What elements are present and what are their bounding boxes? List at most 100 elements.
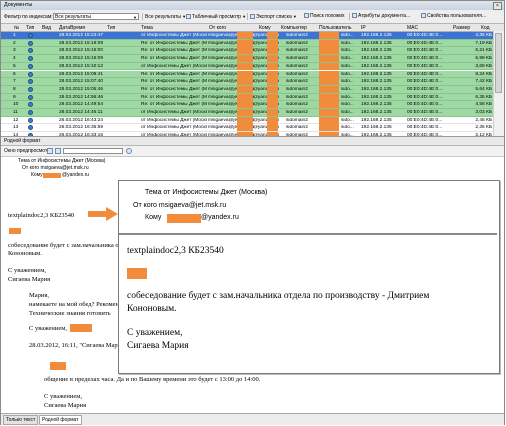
cell-date: 28.03.2012 15:08:41 [59,71,104,77]
toolbar-separator [247,13,248,20]
filter-select[interactable]: Все результаты ▼ [53,13,139,20]
table-row[interactable]: 8 28.03.2012 15:05:46 Re: от Инфосистемы Д… [1,85,493,94]
info-icon[interactable] [126,148,132,154]
redaction-block [319,124,339,132]
cell-computer: sidomain2 [286,110,308,115]
cell-subject: от Инфосистемы Джет (Москва) [141,110,207,115]
chevron-down-icon: ▼ [241,14,247,19]
redaction-block [237,70,253,78]
preview-label: Окно предпросмотра [4,148,53,154]
col-header-number[interactable]: № [14,25,19,31]
col-header-type2[interactable]: Тип [107,25,115,31]
body-name-line: Кононовым. [8,250,42,257]
col-header-to[interactable]: Кому [259,25,271,31]
cell-size: 3,69 КБ [475,63,492,69]
cell-n: 6 [13,71,16,77]
export-list-button[interactable]: Экспорт списка ▼ [250,13,297,20]
redaction-block [319,32,339,39]
redaction-block [237,55,253,63]
col-header-ip[interactable]: IP [361,25,366,31]
table-row[interactable]: 1 28.03.2012 15:23:47 от Инфосистемы Джет … [1,32,493,40]
body-attachment-line: textplaindoc2,3 КБ23540 [8,212,75,219]
col-header-kind[interactable]: Вид [42,25,51,31]
table-row[interactable]: 10 28.03.2012 14:49:54 Re: от Инфосистемы … [1,101,493,109]
cell-subject: Re: от Инфосистемы Джет (Москва) [141,56,207,62]
cell-mac: 00:E0:4D:4E:0... [407,63,443,69]
print-icon[interactable] [55,148,61,154]
redaction-block [267,70,278,78]
col-header-subject[interactable]: Тема [141,25,153,31]
tab-text-only[interactable]: Только текст [3,415,39,425]
user-icon [421,13,426,18]
vertical-scrollbar[interactable] [493,31,504,136]
zoom-callout: Тема от Инфосистемы Джет (Москва) От ког… [118,180,500,374]
mail-to-prefix-small: Кому [31,172,43,178]
cell-subject: от Инфосистемы Джет (Москва) [141,63,207,69]
close-icon[interactable]: × [493,2,502,10]
message-icon [28,33,33,38]
scrollbar-thumb[interactable] [495,33,502,93]
redaction-block [267,116,278,124]
redaction-block [319,101,339,109]
cell-mac: 00:E0:4D:4E:0... [407,56,443,62]
table-row[interactable]: 4 28.03.2012 15:16:09 Re: от Инфосистемы Д… [1,55,493,63]
cell-subject: Re: от Инфосистемы Джет (Москва) [141,40,207,46]
cell-date: 28.03.2012 15:23:47 [59,33,104,38]
redaction-block [237,85,253,93]
cell-subject: Re: от Инфосистемы Джет (Москва) [141,48,207,54]
table-view-button[interactable]: Табличный просмотр ▼ [186,13,246,20]
message-icon [28,86,33,92]
col-header-size[interactable]: Размер [453,25,470,31]
table-row[interactable]: 11 28.03.2012 14:45:11 от Инфосистемы Джет… [1,109,493,117]
cell-user: sido... [341,48,354,54]
col-header-from[interactable]: От кого [209,25,226,31]
table-row[interactable]: 3 28.03.2012 15:16:00 Re: от Инфосистемы Д… [1,47,493,56]
preview-icon[interactable] [47,148,53,154]
quoted-signature2: Сигаева Мария [44,402,87,409]
redaction-block [237,101,253,109]
cell-n: 5 [13,63,16,69]
status-bar: Только текст Родной формат [1,413,504,425]
cell-ip: 192.168.2.135 [361,71,392,77]
cell-n: 9 [13,94,16,100]
chevron-down-icon: ▼ [291,14,297,19]
cell-n: 3 [13,48,16,54]
doc-attributes-button[interactable]: Атрибуты документа... [352,13,410,20]
table-header: № Тип Вид ДатаВремя Тип Тема От кого Ком… [1,24,504,32]
table-row[interactable]: 9 28.03.2012 14:56:46 Re: от Инфосистемы Д… [1,93,493,102]
preview-search-input[interactable] [63,148,123,154]
cell-user: sido... [341,125,354,131]
redaction-block [237,62,253,70]
tab-native-format[interactable]: Родной формат [39,415,82,425]
quoted-regards2: С уважением, [44,393,82,400]
col-header-computer[interactable]: Компьютер [281,25,307,31]
cell-n: 4 [13,56,16,62]
body-signature: Сигаева Мария [8,276,51,283]
toolbar-separator [142,13,143,20]
cell-ip: 192.168.2.135 [361,33,392,38]
cell-mac: 00:E0:4D:4E:0... [407,94,443,100]
cell-user: sido... [341,40,354,46]
table-row[interactable]: 12 26.03.2012 16:43:24 от Инфосистемы Джет… [1,116,493,125]
col-header-type[interactable]: Тип [26,25,34,31]
col-header-datetime[interactable]: ДатаВремя [59,25,85,31]
cell-user: sido... [341,117,354,123]
redaction-block [267,32,278,39]
cell-mac: 00:E0:4D:4E:0... [407,117,443,123]
col-header-user[interactable]: Пользователь [319,25,351,31]
cell-subject: Re: от Инфосистемы Джет (Москва) [141,86,207,92]
filter-select-value: Все результаты [55,14,92,20]
user-properties-button[interactable]: Свойства пользователя... [421,13,486,20]
table-row[interactable]: 2 28.03.2012 15:19:09 Re: от Инфосистемы Д… [1,39,493,48]
all-results-button[interactable]: Все результаты ▼ [145,13,186,20]
cell-mac: 00:E0:4D:4E:0... [407,102,443,108]
table-row[interactable]: 13 26.03.2012 16:35:59 от Инфосистемы Джет… [1,124,493,133]
col-header-mac[interactable]: MAC [407,25,418,31]
similar-search-button[interactable]: Поиск похожих [304,13,344,20]
col-header-code[interactable]: Код [481,25,490,31]
table-row[interactable]: 7 28.03.2012 15:07:40 Re: от Инфосистемы Д… [1,78,493,86]
table-row[interactable]: 6 28.03.2012 15:08:41 Re: от Инфосистемы Д… [1,70,493,79]
cell-subject: Re: от Инфосистемы Джет (Москва) [141,102,207,108]
table-row[interactable]: 5 28.03.2012 15:10:12 от Инфосистемы Джет … [1,62,493,71]
cell-computer: sidomain2 [286,48,308,54]
